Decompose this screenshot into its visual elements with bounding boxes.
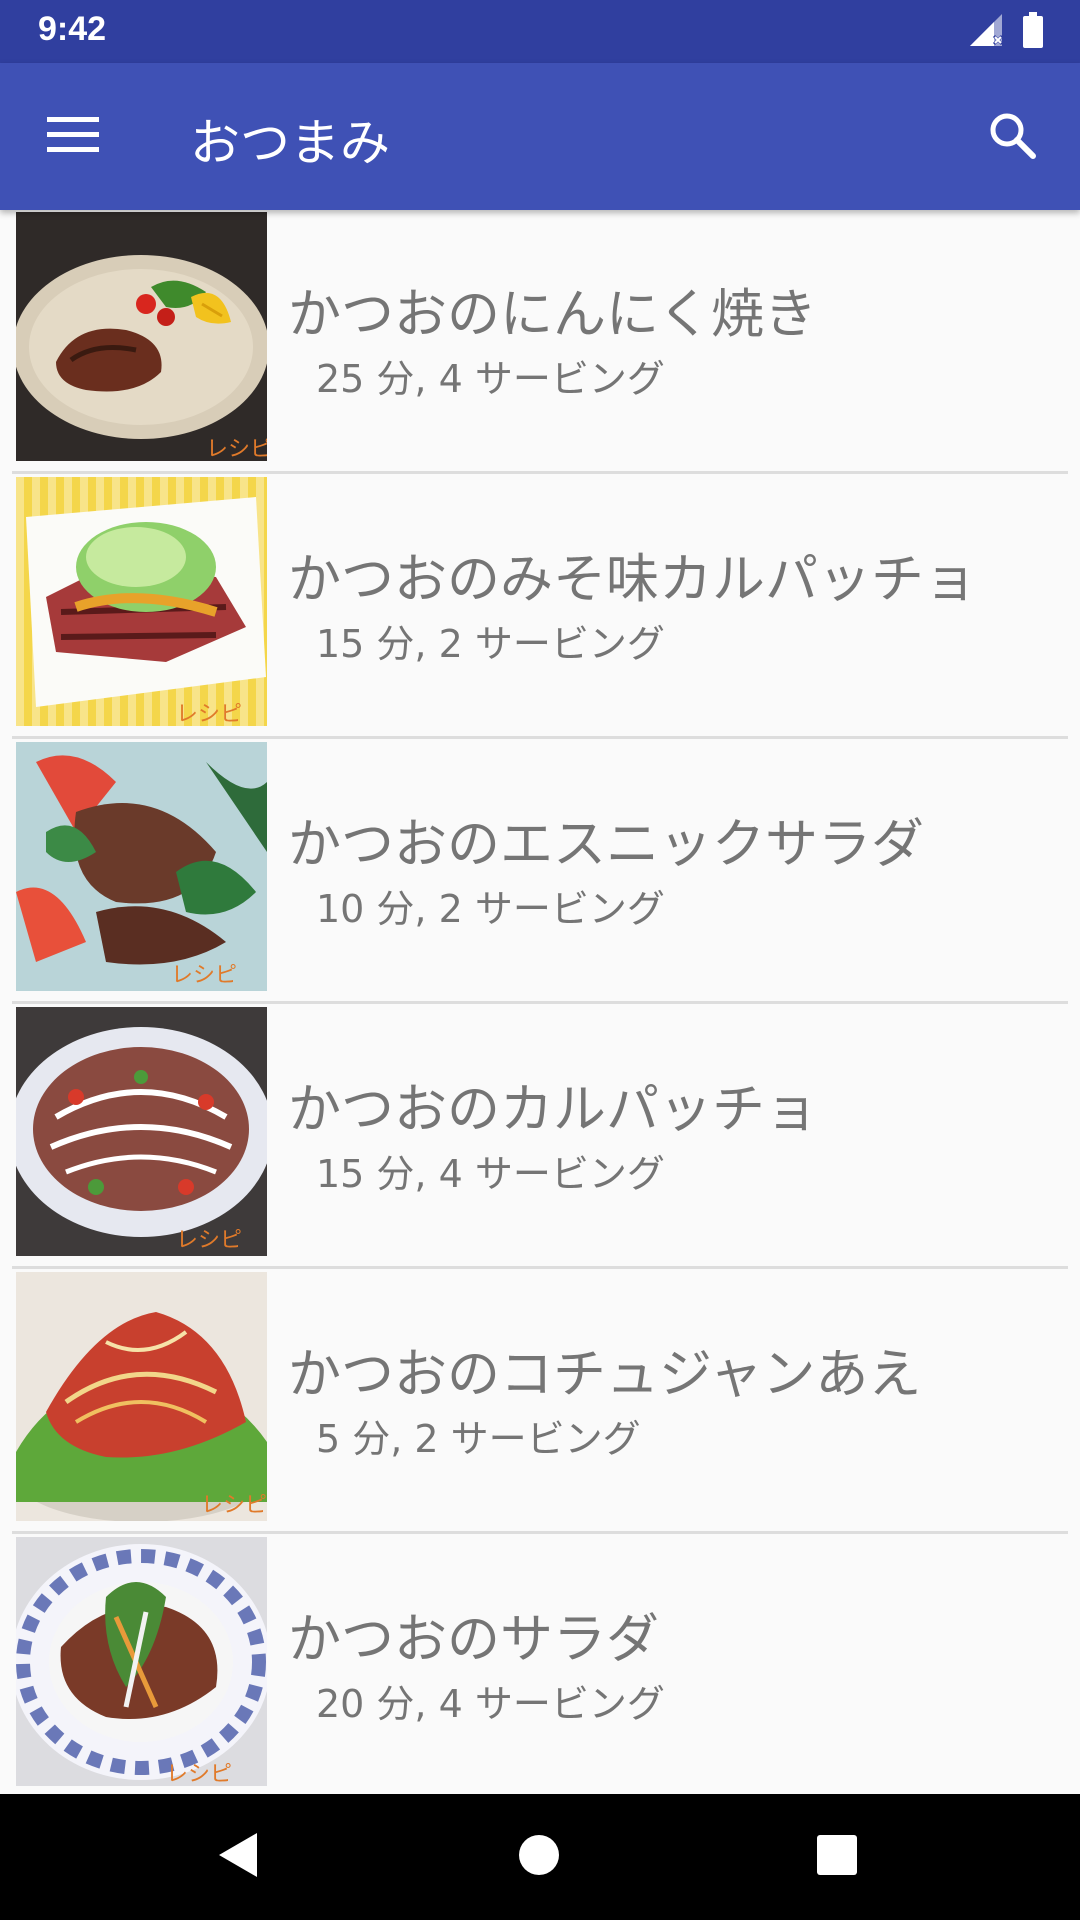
recipe-meta: 20 分, 4 サービング	[316, 1682, 665, 1726]
recents-icon	[816, 1834, 858, 1880]
divider	[12, 1266, 1068, 1269]
recipe-title: かつおのにんにく焼き	[288, 284, 817, 345]
recipe-row[interactable]: レシピ かつおのサラダ 20 分, 4 サービング	[0, 1535, 1080, 1794]
recipe-title: かつおのサラダ	[288, 1609, 659, 1670]
home-icon	[518, 1834, 560, 1880]
battery-icon	[1022, 12, 1044, 52]
recipe-row[interactable]: レシピ かつおのみそ味カルパッチョ 15 分, 2 サービング	[0, 475, 1080, 739]
recipe-meta: 10 分, 2 サービング	[316, 887, 665, 931]
carpaccio-photo: レシピ	[16, 1007, 267, 1256]
recipe-row[interactable]: レシピ かつおのコチュジャンあえ 5 分, 2 サービング	[0, 1270, 1080, 1534]
search-button[interactable]	[974, 99, 1050, 175]
recipe-title: かつおのエスニックサラダ	[288, 814, 924, 875]
search-icon	[987, 110, 1037, 164]
page-title: おつまみ	[190, 114, 390, 172]
svg-text:レシピ: レシピ	[176, 702, 242, 726]
svg-text:レシピ: レシピ	[176, 1228, 242, 1253]
recipe-row[interactable]: レシピ かつおのエスニックサラダ 10 分, 2 サービング	[0, 740, 1080, 1004]
bonito-salad-photo: レシピ	[16, 1537, 267, 1786]
back-icon	[217, 1831, 261, 1883]
app-bar: おつまみ	[0, 63, 1080, 210]
svg-text:レシピ: レシピ	[171, 963, 237, 988]
menu-icon	[47, 115, 99, 159]
svg-text:レシピ: レシピ	[201, 1493, 267, 1518]
status-bar: 9:42	[0, 0, 1080, 63]
divider	[12, 1531, 1068, 1534]
recipe-meta: 15 分, 4 サービング	[316, 1152, 665, 1196]
recipe-meta: 5 分, 2 サービング	[316, 1417, 641, 1461]
recipe-meta: 25 分, 4 サービング	[316, 357, 665, 401]
miso-carpaccio-photo: レシピ	[16, 477, 267, 726]
system-nav-bar	[0, 1794, 1080, 1920]
divider	[12, 471, 1068, 474]
menu-button[interactable]	[38, 109, 108, 165]
recipe-title: かつおのカルパッチョ	[288, 1079, 818, 1140]
signal-icon	[968, 12, 1004, 52]
recipe-row[interactable]: レシピ かつおのカルパッチョ 15 分, 4 サービング	[0, 1005, 1080, 1269]
svg-text:レシピ: レシピ	[206, 437, 267, 461]
status-time: 9:42	[38, 10, 107, 48]
svg-text:レシピ: レシピ	[166, 1762, 232, 1786]
gochujang-dressed-photo: レシピ	[16, 1272, 267, 1521]
ethnic-salad-photo: レシピ	[16, 742, 267, 991]
recipe-title: かつおのコチュジャンあえ	[288, 1344, 922, 1405]
recipe-row[interactable]: レシピ かつおのにんにく焼き 25 分, 4 サービング	[0, 210, 1080, 474]
home-button[interactable]	[506, 1824, 572, 1890]
recents-button[interactable]	[804, 1824, 870, 1890]
garlic-grilled-bonito-photo: レシピ	[16, 212, 267, 461]
recipe-title: かつおのみそ味カルパッチョ	[288, 549, 977, 610]
divider	[12, 1001, 1068, 1004]
status-icons	[968, 12, 1044, 52]
back-button[interactable]	[206, 1824, 272, 1890]
recipe-list: レシピ かつおのにんにく焼き 25 分, 4 サービング レシピ かつおのみそ味…	[0, 210, 1080, 1794]
divider	[12, 736, 1068, 739]
recipe-meta: 15 分, 2 サービング	[316, 622, 665, 666]
